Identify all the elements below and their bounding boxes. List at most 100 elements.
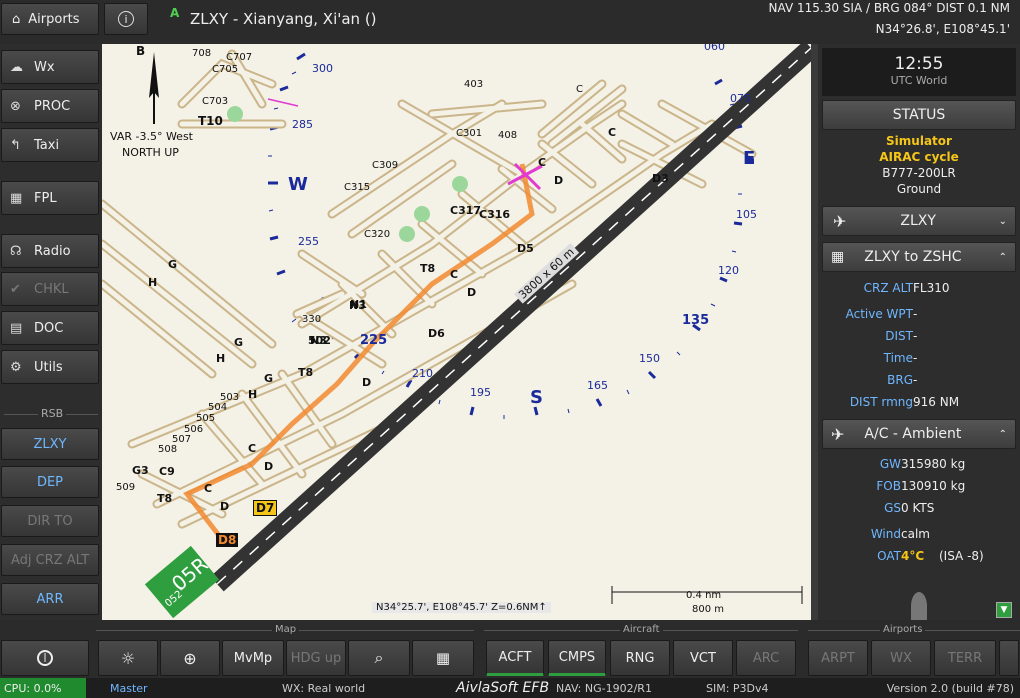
sim-source: SIM: P3Dv4: [706, 682, 769, 695]
compass-135: 135: [682, 313, 710, 328]
acft-button[interactable]: ACFT: [486, 640, 544, 676]
compass-210: 210: [412, 367, 433, 380]
taxi-button[interactable]: ↰ Taxi: [1, 128, 99, 162]
airport-map[interactable]: B VAR -3.5° West NORTH UP W E S 300 285 …: [102, 44, 811, 620]
map-icon: ▦: [10, 190, 23, 206]
nav-info: NAV 115.30 SIA / BRG 084° DIST 0.1 NM: [768, 1, 1010, 15]
compass-285: 285: [292, 118, 313, 131]
scroll-down-button[interactable]: ▼: [996, 602, 1012, 618]
map-layers-button[interactable]: ▦: [412, 640, 474, 676]
nav-db: NAV: NG-1902/R1: [556, 682, 652, 695]
compass-300: 300: [312, 62, 333, 75]
fob-value: 130910 kg: [901, 479, 966, 493]
rsb-adj-crz-alt-button[interactable]: Adj CRZ ALT: [1, 544, 99, 576]
dist-rmng-value: 916 NM: [913, 395, 960, 409]
taxiway-label: H: [248, 388, 258, 401]
oat-key: OAT: [877, 549, 901, 563]
taxiway-label: C317: [450, 204, 482, 217]
airplane-icon: ✈: [833, 211, 847, 231]
arc-button[interactable]: ARC: [736, 640, 796, 676]
rng-button[interactable]: RNG: [610, 640, 670, 676]
fpl-button[interactable]: ▦ FPL: [1, 181, 99, 215]
chkl-button[interactable]: ✔ CHKL: [1, 272, 99, 306]
active-wpt-key: Active WPT: [845, 307, 913, 321]
airport-section-header[interactable]: ✈ ZLXY ⌄: [822, 206, 1016, 236]
terr-button[interactable]: TERR: [934, 640, 996, 676]
airports-button[interactable]: ⌂ Airports: [1, 3, 99, 35]
extra-button[interactable]: [999, 640, 1019, 676]
info-button[interactable]: i: [104, 3, 148, 35]
chevron-up-icon: ⌃: [998, 251, 1007, 263]
stand-marker: [399, 226, 415, 242]
rsb-dep-button[interactable]: DEP: [1, 466, 99, 498]
taxiway-label: T8: [157, 492, 173, 505]
utils-icon: ⚙: [10, 359, 22, 375]
master-label: Master: [110, 682, 148, 695]
doc-label: DOC: [34, 320, 64, 336]
brg-value: -: [913, 373, 918, 387]
sim-line1: Simulator: [886, 134, 952, 148]
taxiway-label: D: [554, 174, 564, 187]
proc-button[interactable]: ⊗ PROC: [1, 89, 99, 123]
arpt-button[interactable]: ARPT: [808, 640, 868, 676]
ac-ambient-header[interactable]: ✈ A/C - Ambient ⌃: [822, 419, 1016, 449]
utils-button[interactable]: ⚙ Utils: [1, 350, 99, 384]
north-up-label: NORTH UP: [122, 146, 179, 159]
wx-overlay-button[interactable]: WX: [871, 640, 931, 676]
oat-value: 4°C: [901, 549, 925, 563]
taxiway-label: C: [248, 442, 257, 455]
globe-button[interactable]: ⊕: [160, 640, 220, 676]
cmps-button[interactable]: CMPS: [548, 640, 606, 676]
power-button[interactable]: |: [1, 640, 89, 676]
status-label: STATUS: [892, 107, 946, 123]
mvmp-button[interactable]: MvMp: [222, 640, 284, 676]
top-bar: ⌂ Airports i A ZLXY - Xianyang, Xi'an ()…: [0, 0, 1020, 44]
map-icon: ▦: [831, 249, 845, 265]
stand-label: 506: [184, 424, 204, 435]
rsb-dir-to-button[interactable]: DIR TO: [1, 505, 99, 537]
compass-225: 225: [360, 333, 388, 348]
taxiway-label: D5: [517, 242, 534, 255]
airport-title: ZLXY - Xianyang, Xi'an (): [190, 10, 377, 28]
search-button[interactable]: ⌕: [348, 640, 410, 676]
coord-readout: N34°25.7', E108°45.7' Z=0.6NM↑: [372, 602, 551, 613]
north-arrow-icon: [149, 52, 159, 124]
wind-key: Wind: [870, 527, 901, 541]
scale-m: 800 m: [692, 604, 725, 615]
stand-label: 505: [196, 413, 216, 424]
taxiway-label: D: [362, 376, 372, 389]
taxi-point-d7: D7: [253, 500, 278, 516]
stand-label: 507: [172, 434, 192, 445]
compass-255: 255: [298, 235, 319, 248]
rsb-zlxy-button[interactable]: ZLXY: [1, 428, 99, 460]
taxiway-label: C316: [479, 208, 511, 221]
taxiway-label: G: [234, 336, 244, 349]
brightness-button[interactable]: ☼: [98, 640, 158, 676]
stand-label: 508: [158, 444, 178, 455]
stand-label: 504: [208, 402, 228, 413]
taxiway-label: T10: [198, 114, 223, 128]
airports-label: Airports: [28, 11, 80, 27]
wx-source: WX: Real world: [282, 682, 366, 695]
hdg-up-button[interactable]: HDG up: [286, 640, 346, 676]
taxiway-label: N1: [350, 298, 367, 311]
stand-marker: [414, 206, 430, 222]
stand-label: C301: [456, 128, 483, 139]
rsb-label: RSB: [38, 407, 67, 420]
gs-key: GS: [884, 501, 901, 515]
route-section-header[interactable]: ▦ ZLXY to ZSHC ⌃: [822, 242, 1016, 272]
map-resize-handle[interactable]: [811, 44, 818, 620]
fob-key: FOB: [876, 479, 901, 493]
wx-button[interactable]: ☁ Wx: [1, 50, 99, 84]
vct-button[interactable]: VCT: [673, 640, 733, 676]
doc-button[interactable]: ▤ DOC: [1, 311, 99, 345]
stand-label: 408: [498, 130, 518, 141]
taxi-label: Taxi: [34, 137, 60, 153]
airports-group-label: Airports: [880, 624, 926, 635]
rsb-arr-button[interactable]: ARR: [1, 583, 99, 615]
stand-label: C309: [372, 160, 399, 171]
radio-button[interactable]: ☊ Radio: [1, 234, 99, 268]
taxiway-label: C: [204, 482, 213, 495]
taxi-point-d8: D8: [216, 533, 239, 547]
taxiway-label: T8: [298, 366, 314, 379]
